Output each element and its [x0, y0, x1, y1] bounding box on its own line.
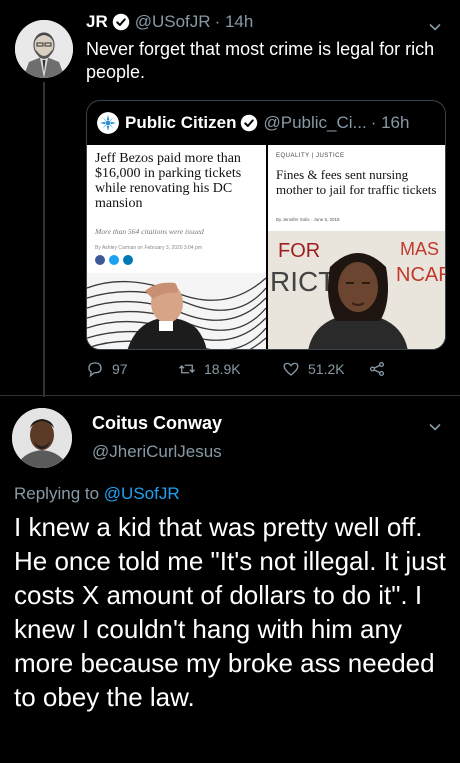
article-image-bezos[interactable]: Jeff Bezos paid more than $16,000 in par…: [87, 145, 266, 349]
article-tag: EQUALITY | JUSTICE: [276, 153, 345, 159]
article-title: Jeff Bezos paid more than $16,000 in par…: [95, 151, 242, 211]
avatar[interactable]: [15, 20, 73, 78]
reply-text: I knew a kid that was pretty well off. H…: [14, 512, 446, 712]
article-subtitle: More than 564 citations were issued: [95, 227, 204, 236]
reply-icon: [88, 362, 102, 378]
retweet-action[interactable]: 18.9K: [178, 360, 241, 378]
author-name[interactable]: JR: [86, 12, 108, 32]
share-action[interactable]: [368, 360, 394, 378]
retweet-count: 18.9K: [204, 361, 241, 377]
chevron-down-icon[interactable]: [428, 20, 442, 34]
thread-line: [43, 82, 45, 397]
quoted-author-handle[interactable]: @Public_Ci...: [263, 113, 366, 133]
article-image-jail[interactable]: EQUALITY | JUSTICE Fines & fees sent nur…: [268, 145, 446, 349]
author-handle[interactable]: @USofJR: [135, 12, 211, 32]
chevron-down-icon[interactable]: [428, 420, 442, 434]
author-handle[interactable]: @JheriCurlJesus: [92, 442, 222, 462]
quoted-header: Public Citizen @Public_Ci... · 16h: [97, 112, 409, 134]
reply-count: 97: [112, 361, 128, 377]
protest-photo: FOR RICT A MAS NCAR: [268, 231, 446, 349]
avatar[interactable]: [12, 408, 72, 468]
like-action[interactable]: 51.2K: [282, 360, 345, 378]
sign-text-3: MAS: [400, 239, 439, 259]
share-icon: [369, 361, 385, 377]
article-byline: By Ashley Carman on February 3, 2020 3:0…: [95, 245, 203, 251]
reply-action[interactable]: 97: [86, 360, 128, 378]
quoted-tweet[interactable]: Public Citizen @Public_Ci... · 16h Jeff …: [86, 100, 446, 350]
bezos-photo: [87, 273, 266, 349]
quoted-author-name[interactable]: Public Citizen: [125, 113, 236, 133]
divider: [0, 395, 460, 396]
sign-text-1: FOR: [278, 240, 320, 262]
quoted-media[interactable]: Jeff Bezos paid more than $16,000 in par…: [87, 145, 446, 349]
quoted-timestamp[interactable]: · 16h: [371, 113, 410, 133]
tweet-header: JR @USofJR · 14h: [86, 12, 253, 32]
article-byline: By Jennifer Solis · June 5, 2018: [276, 217, 340, 222]
public-citizen-logo: [97, 112, 119, 134]
verified-icon: [112, 13, 129, 31]
author-name[interactable]: Coitus Conway: [92, 413, 222, 434]
article-title: Fines & fees sent nursing mother to jail…: [276, 167, 437, 197]
share-buttons: [95, 255, 133, 265]
sign-text-4: NCAR: [396, 264, 446, 286]
tweet-actions: 97 18.9K 51.2K: [86, 360, 446, 382]
tweet[interactable]: JR @USofJR · 14h Never forget that most …: [0, 0, 460, 397]
replying-to: Replying to @USofJR: [14, 484, 180, 504]
verified-icon: [241, 114, 258, 132]
replying-prefix: Replying to: [14, 484, 100, 503]
timestamp[interactable]: · 14h: [215, 12, 254, 32]
like-icon: [283, 362, 299, 376]
like-count: 51.2K: [308, 361, 345, 377]
replying-to-link[interactable]: @USofJR: [104, 484, 180, 503]
tweet-text: Never forget that most crime is legal fo…: [86, 39, 435, 82]
retweet-icon: [179, 364, 195, 374]
